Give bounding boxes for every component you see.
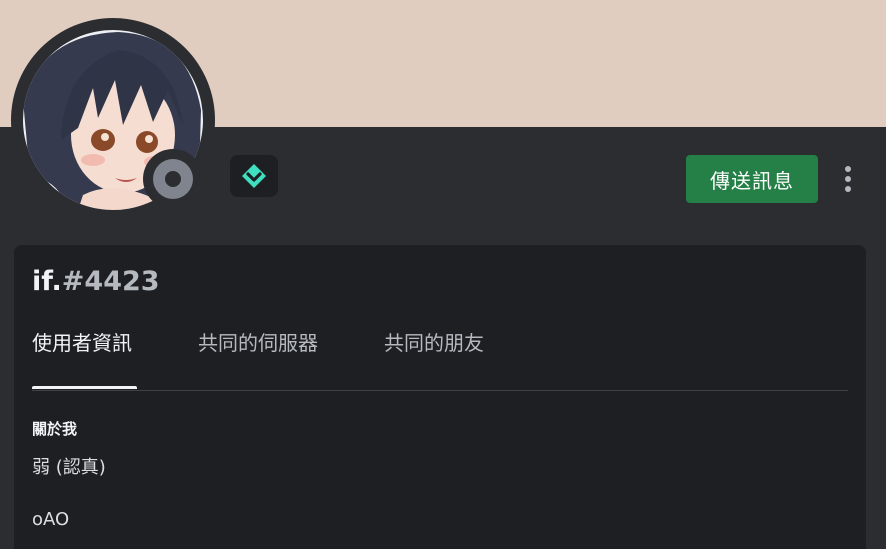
active-tab-indicator	[32, 386, 137, 389]
tab-user-info[interactable]: 使用者資訊	[32, 329, 132, 357]
send-message-button[interactable]: 傳送訊息	[686, 155, 818, 203]
user-profile-modal: 傳送訊息 if.#4423 使用者資訊 共同的伺服器 共同的朋友 關於我 弱 (…	[0, 0, 886, 549]
username-display: if.#4423	[32, 265, 160, 299]
status-indicator	[143, 149, 203, 209]
profile-tabs: 使用者資訊 共同的伺服器 共同的朋友	[32, 323, 848, 391]
username[interactable]: if.	[32, 266, 62, 297]
offline-status-icon	[153, 159, 193, 199]
more-dot	[845, 186, 851, 192]
about-me-heading: 關於我	[32, 420, 78, 438]
about-me-line: oAO	[32, 509, 70, 530]
more-dot	[845, 166, 851, 172]
diamond-chevron-icon[interactable]	[230, 155, 278, 197]
tab-mutual-friends[interactable]: 共同的朋友	[384, 329, 484, 357]
profile-info-card: if.#4423 使用者資訊 共同的伺服器 共同的朋友 關於我 弱 (認真) o…	[14, 245, 866, 549]
tab-mutual-servers[interactable]: 共同的伺服器	[198, 329, 318, 357]
more-dot	[845, 176, 851, 182]
discriminator: #4423	[61, 266, 160, 297]
avatar-container	[11, 18, 215, 222]
about-me-line: 弱 (認真)	[32, 457, 106, 478]
more-vertical-icon[interactable]	[836, 162, 860, 196]
badge-list	[230, 155, 278, 197]
